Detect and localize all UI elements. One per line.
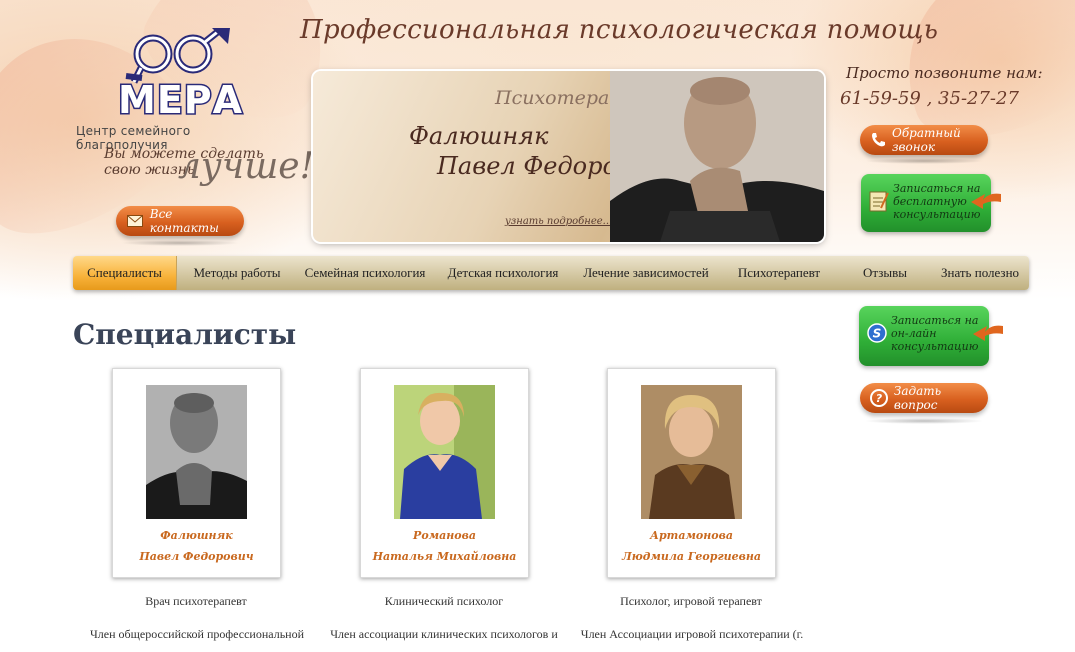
nav-item-specialists[interactable]: Специалисты [73, 256, 177, 290]
specialist-photo [146, 385, 247, 519]
clipboard-icon [869, 191, 889, 212]
specialist-role: Врач психотерапевт [145, 594, 247, 608]
specialist-card[interactable]: Фалюшняк Павел Федорович [112, 368, 281, 578]
all-contacts-button[interactable]: Все контакты [116, 206, 244, 236]
phone-label: Просто позвоните нам: [846, 64, 1043, 82]
learn-more-link[interactable]: узнать подробнее... [505, 216, 612, 227]
free-consultation-button[interactable]: Записаться на бесплатную консультацию [861, 174, 1001, 232]
specialist-name[interactable]: Фалюшняк Павел Федорович [113, 525, 280, 567]
nav-item-family-psychology[interactable]: Семейная психология [297, 256, 433, 290]
arrow-left-icon [973, 325, 1003, 341]
nav-item-psychotherapist[interactable]: Психотерапевт [719, 256, 839, 290]
online-consultation-button[interactable]: S Записаться на он-лайн консультацию [859, 306, 1003, 366]
button-shadow [864, 158, 984, 164]
nav-item-reviews[interactable]: Отзывы [839, 256, 931, 290]
ask-question-label: Задать вопрос [893, 384, 942, 412]
specialist-photo [641, 385, 742, 519]
specialist-role: Психолог, игровой терапевт [620, 594, 762, 608]
specialist-surname: Артамонова [650, 529, 733, 542]
specialist-given-name: Наталья Михайловна [372, 550, 517, 563]
button-shadow [864, 418, 984, 424]
all-contacts-label: Все контакты [149, 207, 219, 235]
specialist-role: Клинический психолог [384, 594, 504, 608]
specialist-description: Член общероссийской профессиональной [89, 627, 305, 641]
specialist-card[interactable]: Романова Наталья Михайловна [360, 368, 529, 578]
ask-question-button[interactable]: ? Задать вопрос [860, 383, 988, 413]
banner-portrait-photo [610, 71, 824, 242]
page-title: Специалисты [73, 318, 297, 351]
specialist-given-name: Павел Федорович [139, 550, 254, 563]
specialist-description: Член Ассоциации игровой психотерапии (г. [580, 627, 804, 641]
specialist-card[interactable]: Артамонова Людмила Георгиевна [607, 368, 776, 578]
nav-item-methods[interactable]: Методы работы [177, 256, 297, 290]
callback-label: Обратный звонок [892, 126, 961, 154]
banner-surname: Фалюшняк [409, 122, 549, 150]
main-navigation: Специалисты Методы работы Семейная психо… [73, 256, 1029, 290]
specialist-photo [394, 385, 495, 519]
button-shadow [120, 240, 240, 246]
phone-numbers[interactable]: 61-59-59 , 35-27-27 [840, 88, 1019, 109]
specialist-name[interactable]: Романова Наталья Михайловна [361, 525, 528, 567]
callback-button[interactable]: Обратный звонок [860, 125, 988, 155]
site-heading: Профессиональная психологическая помощь [300, 15, 939, 45]
skype-icon: S [867, 323, 887, 343]
envelope-icon [126, 212, 144, 230]
nav-item-child-psychology[interactable]: Детская психология [433, 256, 573, 290]
nav-item-addiction-treatment[interactable]: Лечение зависимостей [573, 256, 719, 290]
phone-icon [870, 131, 886, 149]
logo-wordmark[interactable]: МЕРА [116, 77, 243, 124]
specialist-surname: Романова [413, 529, 476, 542]
nav-item-useful-info[interactable]: Знать полезно [931, 256, 1029, 290]
slogan-big: лучше! [178, 146, 315, 187]
svg-text:S: S [873, 327, 882, 341]
arrow-left-icon [971, 193, 1001, 209]
psychotherapist-banner[interactable]: Психотерапевт Фалюшняк Павел Федорович у… [313, 71, 824, 242]
specialist-name[interactable]: Артамонова Людмила Георгиевна [608, 525, 775, 567]
specialist-description: Член ассоциации клинических психологов и [330, 627, 558, 641]
specialist-surname: Фалюшняк [160, 529, 233, 542]
question-icon: ? [870, 389, 888, 407]
specialist-given-name: Людмила Георгиевна [621, 550, 762, 563]
